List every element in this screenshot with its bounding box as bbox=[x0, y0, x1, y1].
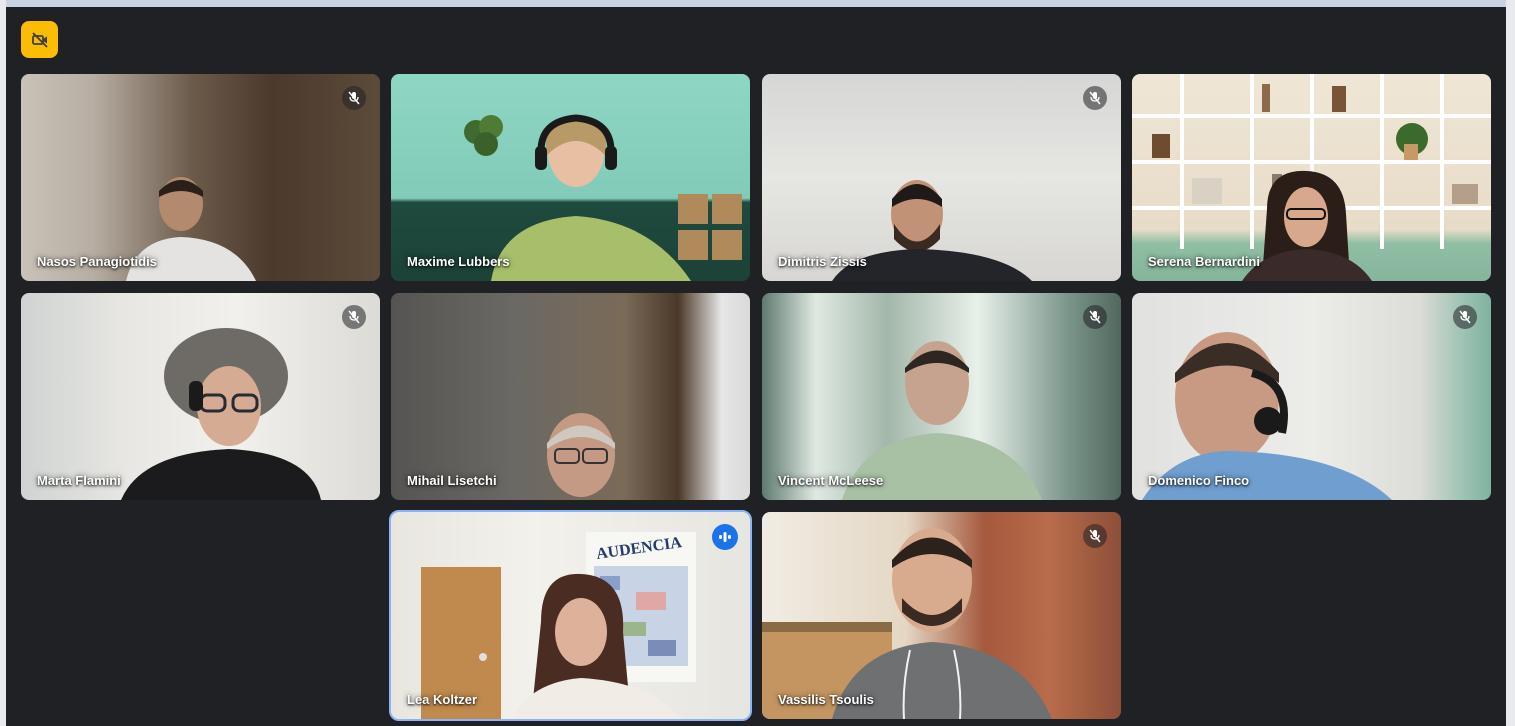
participant-figure bbox=[501, 572, 701, 719]
participant-figure bbox=[521, 403, 641, 500]
participant-tile[interactable]: Marta Flamini bbox=[21, 293, 380, 500]
participant-name: Maxime Lubbers bbox=[407, 254, 510, 269]
participant-tile[interactable]: Vincent McLeese bbox=[762, 293, 1121, 500]
participant-figure bbox=[101, 321, 321, 500]
participant-tile[interactable]: Serena Bernardini bbox=[1132, 74, 1491, 281]
mic-muted-icon bbox=[342, 305, 366, 329]
mic-muted-icon bbox=[1083, 86, 1107, 110]
participant-tile[interactable]: Vassilis Tsoulis bbox=[762, 512, 1121, 719]
mic-muted-icon bbox=[342, 86, 366, 110]
mic-muted-icon bbox=[1083, 305, 1107, 329]
participant-tile[interactable]: Mihail Lisetchi bbox=[391, 293, 750, 500]
window-right-edge bbox=[1506, 0, 1515, 726]
speaking-indicator-icon bbox=[712, 524, 738, 550]
participant-figure bbox=[832, 520, 1052, 719]
video-off-icon bbox=[31, 31, 48, 48]
participant-name: Domenico Finco bbox=[1148, 473, 1250, 488]
participant-name: Mihail Lisetchi bbox=[407, 473, 497, 488]
participant-name: Marta Flamini bbox=[37, 473, 121, 488]
camera-off-badge[interactable] bbox=[21, 21, 58, 58]
participant-name: Serena Bernardini bbox=[1148, 254, 1260, 269]
participant-name: Lea Koltzer bbox=[407, 692, 478, 707]
participant-tile-active-speaker[interactable]: AUDENCIA Lea Koltzer bbox=[389, 510, 752, 721]
window-top-edge bbox=[0, 0, 1515, 7]
participant-tile[interactable]: Nasos Panagiotidis bbox=[21, 74, 380, 281]
mic-muted-icon bbox=[1453, 305, 1477, 329]
participant-name: Vassilis Tsoulis bbox=[778, 692, 874, 707]
participant-figure bbox=[1142, 303, 1412, 500]
participant-name: Vincent McLeese bbox=[778, 473, 884, 488]
meeting-grid: Nasos Panagiotidis Maxime Lubbers Dimitr… bbox=[6, 7, 1506, 726]
participant-tile[interactable]: Dimitris Zissis bbox=[762, 74, 1121, 281]
participant-figure bbox=[491, 96, 711, 281]
participant-name: Nasos Panagiotidis bbox=[37, 254, 157, 269]
participant-name: Dimitris Zissis bbox=[778, 254, 867, 269]
mic-muted-icon bbox=[1083, 524, 1107, 548]
participant-tile[interactable]: Domenico Finco bbox=[1132, 293, 1491, 500]
participant-tile[interactable]: Maxime Lubbers bbox=[391, 74, 750, 281]
